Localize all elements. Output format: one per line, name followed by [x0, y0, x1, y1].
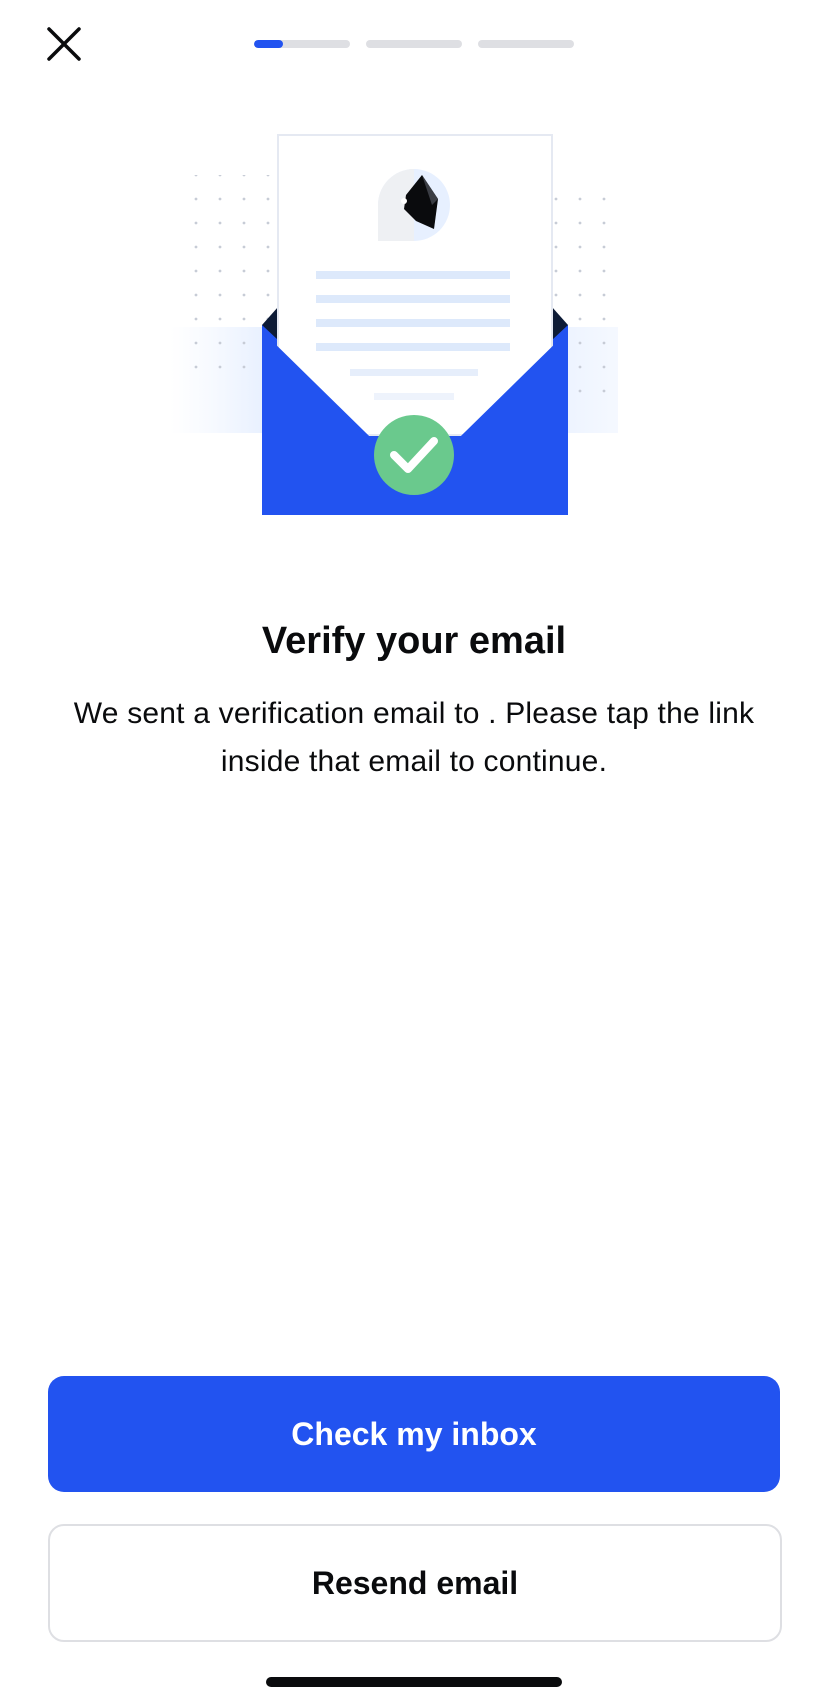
check-inbox-button[interactable]: Check my inbox: [48, 1376, 780, 1492]
page-title: Verify your email: [261, 620, 567, 662]
verification-message: We sent a verification email to . Please…: [73, 697, 755, 778]
progress-step-2: [366, 40, 462, 48]
close-icon: [47, 27, 81, 61]
home-indicator[interactable]: [266, 1677, 562, 1687]
step-progress-indicator: [254, 40, 574, 48]
resend-email-button[interactable]: Resend email: [48, 1524, 782, 1642]
close-button[interactable]: [36, 16, 92, 72]
email-verified-illustration: [170, 134, 622, 515]
progress-step-3: [478, 40, 574, 48]
resend-email-button-label: Resend email: [311, 1564, 519, 1601]
check-inbox-button-label: Check my inbox: [291, 1415, 537, 1452]
progress-step-1-fill: [254, 40, 283, 48]
progress-step-1: [254, 40, 350, 48]
checkmark-icon: [374, 415, 454, 495]
